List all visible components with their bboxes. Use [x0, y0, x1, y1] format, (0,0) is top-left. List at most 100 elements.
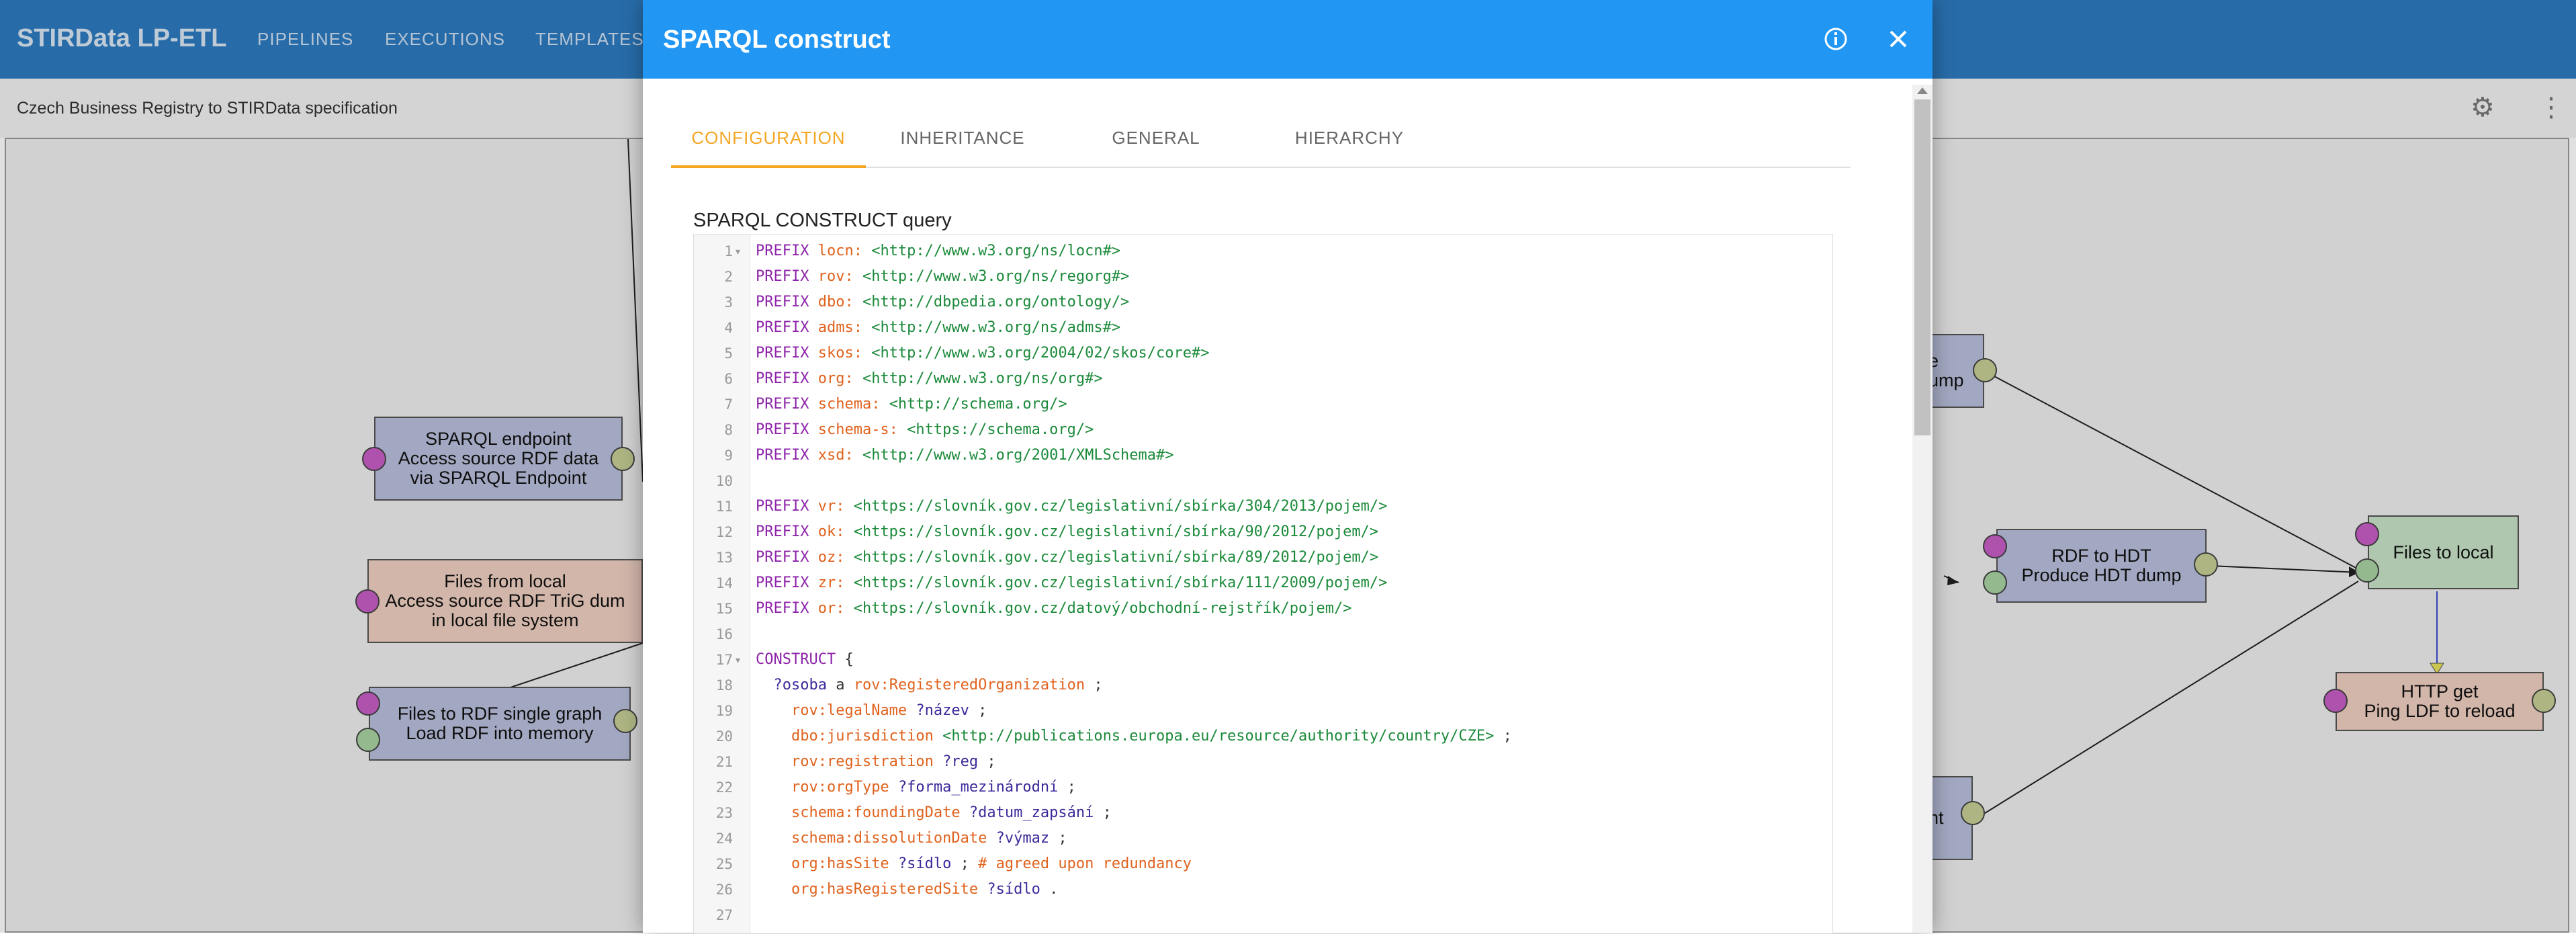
code-token: PREFIX — [756, 243, 818, 259]
code-token: <http://www.w3.org/2001/XMLSchema#> — [862, 447, 1174, 464]
code-line: PREFIX oz: <https://slovník.gov.cz/legis… — [756, 545, 1378, 570]
code-token: <https://slovník.gov.cz/legislativní/sbí… — [853, 549, 1379, 566]
code-line: CONSTRUCT { — [756, 647, 854, 673]
code-line: PREFIX skos: <http://www.w3.org/2004/02/… — [756, 341, 1210, 366]
code-token: vr: — [817, 498, 854, 515]
code-token: ?sídlo — [897, 855, 961, 872]
code-token: { — [844, 651, 854, 668]
line-number: 10 — [715, 473, 733, 489]
line-number: 8 — [724, 422, 733, 438]
code-token: <https://schema.org/> — [907, 421, 1094, 438]
code-token: xsd: — [817, 447, 862, 464]
code-token: <http://www.w3.org/ns/regorg#> — [862, 268, 1130, 285]
code-token: PREFIX — [756, 319, 818, 336]
code-token: <http://schema.org/> — [889, 396, 1067, 413]
code-token: ; — [1058, 830, 1067, 847]
code-line: rov:registration ?reg ; — [756, 749, 996, 775]
code-token: <https://slovník.gov.cz/legislativní/sbí… — [853, 575, 1388, 591]
line-number: 14 — [715, 575, 733, 591]
code-token: org:hasSite — [791, 855, 898, 872]
code-line: dbo:jurisdiction <http://publications.eu… — [756, 724, 1512, 749]
dialog-header: SPARQL construct — [643, 0, 1933, 79]
code-token: schema:dissolutionDate — [791, 830, 996, 847]
code-line: PREFIX zr: <https://slovník.gov.cz/legis… — [756, 570, 1387, 596]
code-token: PREFIX — [756, 294, 818, 310]
code-token: PREFIX — [756, 268, 818, 285]
tab-configuration[interactable]: CONFIGURATION — [671, 114, 866, 168]
code-line: PREFIX rov: <http://www.w3.org/ns/regorg… — [756, 264, 1129, 290]
info-icon[interactable] — [1821, 24, 1851, 54]
code-token: ; — [1102, 804, 1112, 821]
code-line: PREFIX xsd: <http://www.w3.org/2001/XMLS… — [756, 443, 1174, 468]
code-token: adms: — [817, 319, 872, 336]
tab-general[interactable]: GENERAL — [1059, 114, 1253, 165]
code-line: schema:dissolutionDate ?výmaz ; — [756, 826, 1067, 851]
code-token: rov:orgType — [791, 779, 898, 796]
code-token: PREFIX — [756, 523, 818, 540]
fold-toggle-icon[interactable]: ▾ — [736, 647, 740, 673]
line-number: 6 — [724, 371, 733, 387]
code-token: rov:registration — [791, 753, 943, 770]
sparql-code-editor[interactable]: 1 ▾ PREFIX locn: <http://www.w3.org/ns/loc… — [693, 234, 1833, 933]
code-token: PREFIX — [756, 447, 818, 464]
line-number: 2 — [724, 269, 733, 285]
code-token: . — [1049, 881, 1059, 898]
code-token: PREFIX — [756, 575, 818, 591]
code-token: ?výmaz — [995, 830, 1059, 847]
code-line: PREFIX locn: <http://www.w3.org/ns/locn#… — [756, 239, 1120, 264]
code-token: dbo: — [817, 294, 862, 310]
line-number: 18 — [715, 677, 733, 693]
code-token: PREFIX — [756, 345, 818, 362]
code-token: <http://publications.europa.eu/resource/… — [942, 728, 1503, 745]
code-token: ?forma_mezinárodní — [897, 779, 1067, 796]
line-number: 24 — [715, 831, 733, 847]
line-number: 3 — [724, 294, 733, 310]
tab-hierarchy[interactable]: HIERARCHY — [1253, 114, 1446, 165]
code-token: a — [836, 677, 854, 693]
code-line: PREFIX org: <http://www.w3.org/ns/org#> — [756, 366, 1103, 392]
code-token: # agreed upon redundancy — [978, 855, 1192, 872]
line-number: 4 — [724, 320, 733, 336]
scroll-thumb[interactable] — [1914, 99, 1930, 435]
code-token: rov:RegisteredOrganization — [853, 677, 1094, 693]
code-token: <http://www.w3.org/ns/org#> — [862, 370, 1103, 387]
code-line: PREFIX or: <https://slovník.gov.cz/datov… — [756, 596, 1351, 622]
code-token: ; — [987, 753, 996, 770]
line-number: 21 — [715, 754, 733, 770]
scroll-up-arrow[interactable] — [1917, 87, 1928, 94]
code-token: PREFIX — [756, 498, 818, 515]
dialog-title: SPARQL construct — [663, 26, 891, 54]
code-token: ; — [1067, 779, 1076, 796]
code-token: PREFIX — [756, 370, 818, 387]
code-token: <http://www.w3.org/ns/adms#> — [871, 319, 1121, 336]
code-token: schema-s: — [817, 421, 907, 438]
line-number: 16 — [715, 626, 733, 642]
code-token: PREFIX — [756, 549, 818, 566]
line-number: 13 — [715, 550, 733, 566]
code-token: org: — [817, 370, 862, 387]
code-token: rov:legalName — [791, 702, 916, 719]
fold-toggle-icon[interactable]: ▾ — [736, 239, 740, 264]
code-token: ?osoba — [773, 677, 836, 693]
line-number: 22 — [715, 779, 733, 796]
close-icon[interactable] — [1883, 24, 1913, 54]
tab-inheritance[interactable]: INHERITANCE — [866, 114, 1059, 165]
code-token: rov: — [817, 268, 862, 285]
code-token: oz: — [817, 549, 854, 566]
code-line: org:hasRegisteredSite ?sídlo . — [756, 877, 1058, 902]
sparql-construct-dialog: SPARQL construct CONFIGURATION INHERITAN… — [643, 0, 1933, 933]
code-token: ; — [978, 702, 987, 719]
code-token: org:hasRegisteredSite — [791, 881, 987, 898]
line-number: 17 — [715, 652, 733, 668]
code-line: PREFIX schema-s: <https://schema.org/> — [756, 417, 1094, 443]
code-token: skos: — [817, 345, 872, 362]
code-token: zr: — [817, 575, 854, 591]
code-token: ok: — [817, 523, 854, 540]
code-token: CONSTRUCT — [756, 651, 845, 668]
dialog-scrollbar[interactable] — [1912, 85, 1933, 933]
